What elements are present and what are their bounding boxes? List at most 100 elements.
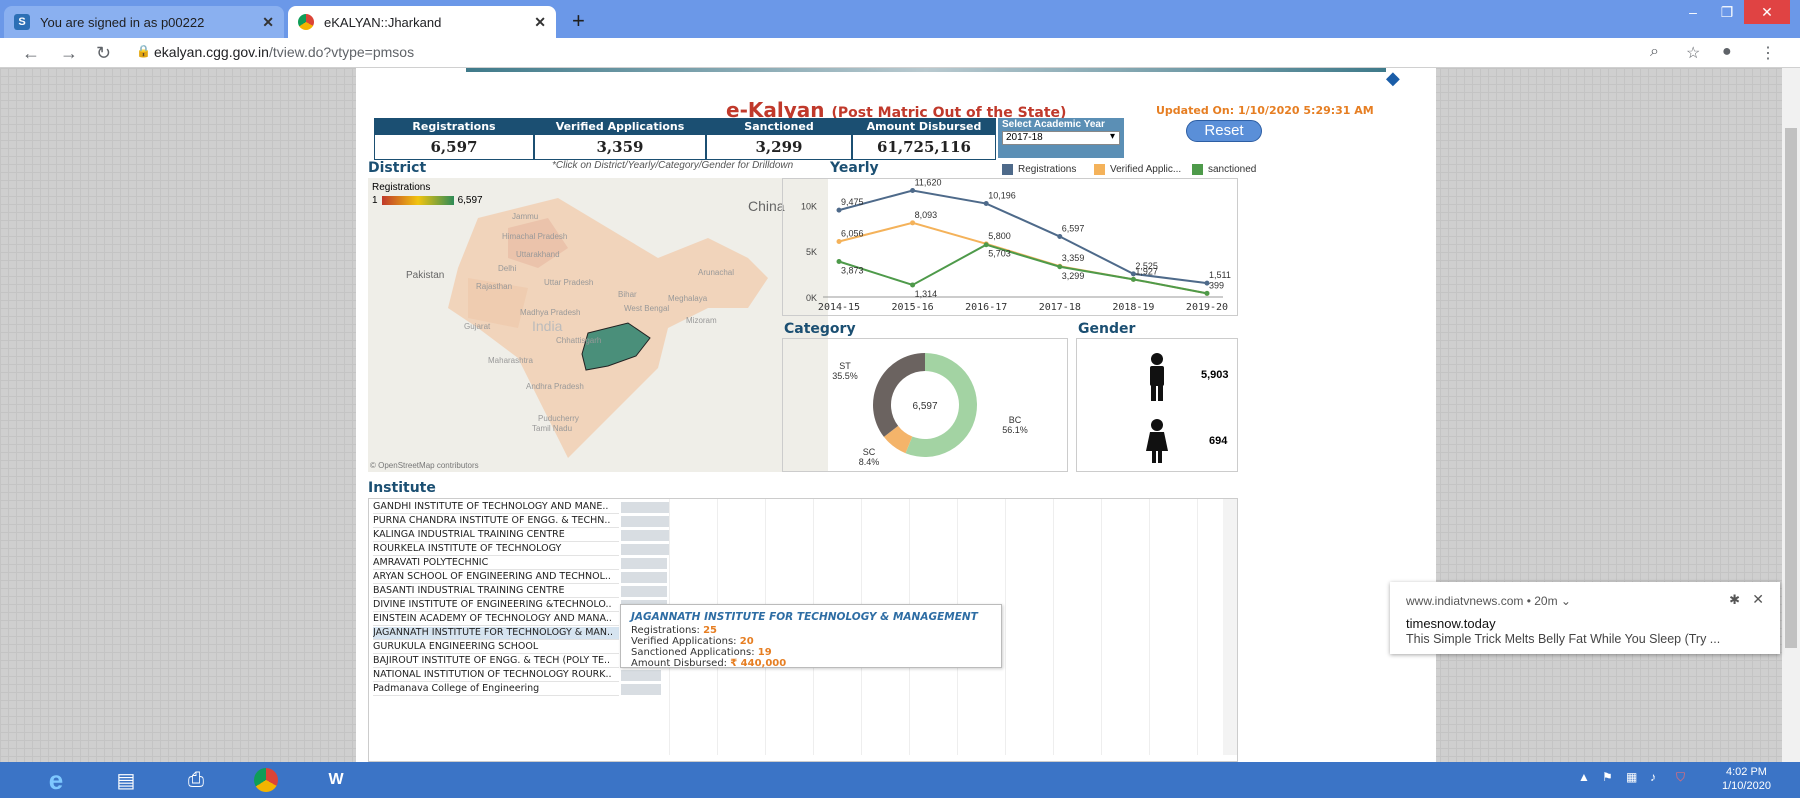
internet-explorer-icon[interactable]: e [36,765,76,795]
institute-bar[interactable] [621,544,669,555]
reload-icon[interactable]: ↻ [96,43,111,64]
institute-row[interactable]: NATIONAL INSTITUTION OF TECHNOLOGY ROURK… [373,669,619,682]
legend-sanctioned[interactable]: sanctioned [1192,164,1256,175]
institute-bar[interactable] [621,684,661,695]
flag-icon[interactable]: ⚑ [1602,770,1613,784]
system-clock[interactable]: 4:02 PM 1/10/2020 [1722,765,1771,793]
data-point[interactable] [836,207,842,213]
data-point[interactable] [910,220,916,226]
data-label: 5,800 [988,231,1011,241]
institute-bar[interactable] [621,572,667,583]
network-icon[interactable]: ▦ [1626,770,1637,784]
x-tick-label: 2019-20 [1186,302,1228,313]
tray-arrow-icon[interactable]: ▲ [1578,770,1590,784]
institute-row[interactable]: Padmanava College of Engineering [373,683,619,696]
legend-registrations[interactable]: Registrations [1002,164,1076,175]
institute-bar[interactable] [621,516,669,527]
data-point[interactable] [910,282,916,288]
tab-signed-in[interactable]: S You are signed in as p00222 ✕ [4,6,284,38]
close-tab-icon[interactable]: ✕ [534,14,546,31]
restore-icon[interactable]: ❐ [1710,0,1744,24]
legend-label: sanctioned [1208,164,1257,175]
x-tick-label: 2015-16 [892,302,934,313]
chrome-icon[interactable] [246,766,286,794]
yearly-chart-svg[interactable]: 0K 5K 10K 2014-15 2015-16 2016-17 2017-18 2018-… [783,177,1237,315]
slice-st[interactable] [873,353,925,437]
gender-svg[interactable] [1077,339,1237,471]
institute-bar[interactable] [621,530,669,541]
data-point[interactable] [836,258,842,264]
institute-bar[interactable] [621,502,669,513]
close-tab-icon[interactable]: ✕ [262,14,274,31]
institute-row[interactable]: AMRAVATI POLYTECHNIC [373,557,619,570]
zoom-icon[interactable]: ⌕ [1650,43,1659,61]
category-donut-svg[interactable]: BC56.1% SC8.4% ST35.5% 6,597 [783,339,1067,471]
map-legend-min: 1 [372,195,378,206]
institute-bar[interactable] [621,670,661,681]
map-label: Arunachal [698,268,735,277]
news-notification[interactable]: www.indiatvnews.com • 20m ⌄ ✱ ✕ timesnow… [1390,582,1780,654]
institute-row[interactable]: JAGANNATH INSTITUTE FOR TECHNOLOGY & MAN… [373,627,619,640]
institute-row[interactable]: PURNA CHANDRA INSTITUTE OF ENGG. & TECHN… [373,515,619,528]
institute-row[interactable]: DIVINE INSTITUTE OF ENGINEERING &TECHNOL… [373,599,619,612]
window-close-icon[interactable]: ✕ [1744,0,1790,24]
academic-year-select[interactable]: Select Academic Year 2017-18 [998,118,1124,158]
shield-icon[interactable]: ⛉ [1676,770,1685,785]
data-point[interactable] [836,238,842,244]
data-label: 5,703 [988,249,1011,259]
data-point[interactable] [983,201,989,207]
yearly-chart[interactable]: 0K 5K 10K 2014-15 2015-16 2016-17 2017-18 2018-… [782,177,1238,316]
back-icon[interactable]: ← [22,43,40,64]
institute-row[interactable]: GANDHI INSTITUTE OF TECHNOLOGY AND MANE.… [373,501,619,514]
kpi-value: 3,359 [596,138,644,156]
institute-row[interactable]: ROURKELA INSTITUTE OF TECHNOLOGY [373,543,619,556]
url-field[interactable]: ekalyan.cgg.gov.in/tview.do?vtype=pmsos [154,44,414,60]
data-point[interactable] [1130,276,1136,282]
forward-icon[interactable]: → [60,43,78,64]
menu-icon[interactable]: ⋮ [1760,43,1776,63]
new-tab-icon[interactable]: + [572,8,585,34]
institute-row[interactable]: KALINGA INDUSTRIAL TRAINING CENTRE [373,529,619,542]
word-icon[interactable]: W [316,766,356,794]
male-icon[interactable] [1150,353,1164,401]
gear-icon[interactable]: ✱ [1729,592,1740,608]
gender-chart[interactable]: 5,903 694 [1076,338,1238,472]
map-canvas[interactable] [368,178,828,472]
tab-ekalyan[interactable]: eKALYAN::Jharkand ✕ [288,6,556,38]
data-point[interactable] [1057,264,1063,270]
map-label: Uttar Pradesh [544,278,594,287]
legend-verified[interactable]: Verified Applic... [1094,164,1181,175]
tooltip-row: Registrations: 25 [631,625,991,636]
category-chart[interactable]: BC 56.1% SC 8.4% ST 35.5% 6,597 [782,338,1068,472]
data-label: 9,475 [841,197,864,207]
institute-bar[interactable] [621,558,667,569]
data-label: 10,196 [988,191,1016,201]
institute-scrollbar[interactable] [1223,499,1237,755]
district-map[interactable]: Registrations 1 6,597 China Pakistan Jam… [368,178,828,472]
bookmark-star-icon[interactable]: ☆ [1686,43,1700,63]
female-icon[interactable] [1146,419,1168,463]
data-point[interactable] [983,242,989,248]
y-tick-label: 0K [806,293,817,303]
page-scrollbar[interactable] [1782,68,1800,762]
institute-bar[interactable] [621,586,667,597]
institute-row[interactable]: BASANTI INDUSTRIAL TRAINING CENTRE [373,585,619,598]
year-select-value[interactable]: 2017-18 [1002,131,1120,145]
institute-row[interactable]: BAJIROUT INSTITUTE OF ENGG. & TECH (POLY… [373,655,619,668]
profile-icon[interactable]: ● [1722,43,1732,61]
kpi-verified: Verified Applications 3,359 [534,118,706,160]
back-arrow-icon[interactable]: ◆ [1386,68,1400,89]
data-point[interactable] [1204,290,1210,296]
data-point[interactable] [1057,234,1063,240]
reset-button[interactable]: Reset [1186,120,1262,142]
institute-row[interactable]: GURUKULA ENGINEERING SCHOOL [373,641,619,654]
scrollbar-thumb[interactable] [1785,128,1797,648]
file-explorer-icon[interactable]: ▤ [106,766,146,794]
printer-icon[interactable]: ⎙ [176,766,216,794]
institute-row[interactable]: ARYAN SCHOOL OF ENGINEERING AND TECHNOL.… [373,571,619,584]
close-icon[interactable]: ✕ [1752,591,1764,608]
volume-icon[interactable]: ♪ [1650,770,1656,784]
data-point[interactable] [910,187,916,193]
institute-row[interactable]: EINSTEIN ACADEMY OF TECHNOLOGY AND MANA.… [373,613,619,626]
minimize-icon[interactable]: – [1676,0,1710,24]
